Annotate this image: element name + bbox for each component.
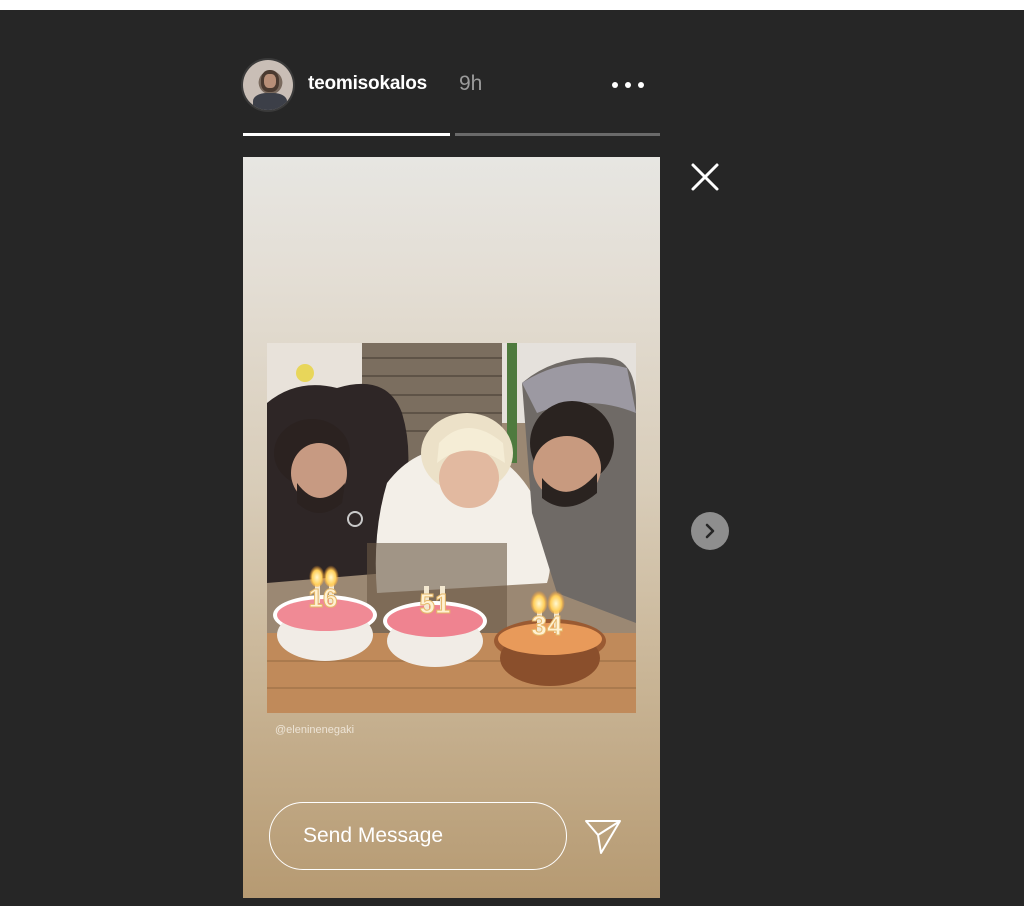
username[interactable]: teomisokalos [308, 73, 427, 95]
more-options-icon[interactable] [608, 74, 648, 94]
chevron-right-icon [705, 523, 715, 539]
story-progress [243, 133, 660, 136]
story-frame[interactable]: 16 51 34 @eleninenegaki [243, 157, 660, 898]
story-photo: 16 51 34 [267, 343, 636, 713]
progress-fill-1 [243, 133, 450, 136]
candle-2: 51 [419, 588, 450, 619]
progress-segment-1 [243, 133, 450, 136]
story-header: teomisokalos 9h [243, 60, 660, 110]
paper-plane-icon[interactable] [583, 817, 623, 855]
close-icon[interactable] [690, 162, 720, 192]
candle-3: 34 [531, 610, 563, 641]
story-timestamp: 9h [459, 72, 483, 95]
avatar[interactable] [243, 60, 293, 110]
photo-credit: @eleninenegaki [275, 724, 355, 736]
candle-1: 16 [309, 583, 338, 613]
send-message-input[interactable] [269, 802, 567, 870]
progress-segment-2 [455, 133, 660, 136]
next-story-button[interactable] [691, 512, 729, 550]
